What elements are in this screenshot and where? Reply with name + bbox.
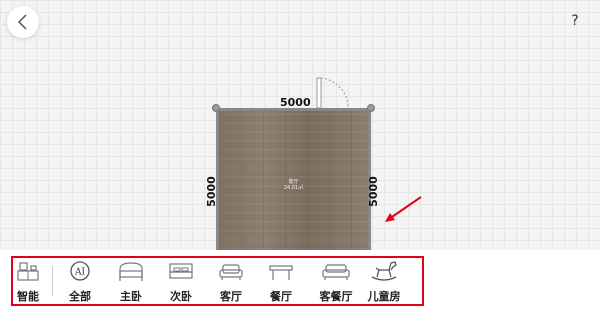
help-icon: ? — [571, 13, 579, 29]
dimension-left: 5000 — [204, 176, 218, 207]
tool-label: 智能 — [17, 290, 39, 303]
tool-all[interactable]: AI 全部 — [55, 258, 105, 304]
tool-dining-room[interactable]: 餐厅 — [256, 258, 306, 304]
dimension-top: 5000 — [280, 96, 311, 109]
tool-second-bedroom[interactable]: 次卧 — [156, 258, 206, 304]
tool-label: 客厅 — [220, 290, 242, 303]
tool-label: 主卧 — [120, 290, 142, 303]
tool-label: 儿童房 — [367, 290, 401, 303]
room-floor[interactable]: 客厅 24.01㎡ — [216, 108, 371, 250]
dining-table-icon — [269, 265, 293, 280]
corner-handle-top-right[interactable] — [367, 104, 375, 112]
dimension-right: 5000 — [366, 176, 380, 207]
sofa-icon — [219, 264, 243, 280]
smart-icon — [17, 262, 39, 281]
room-label: 客厅 24.01㎡ — [284, 179, 303, 191]
tool-label: 客餐厅 — [319, 290, 353, 303]
ai-all-icon: AI — [70, 261, 90, 281]
room-area: 24.01㎡ — [283, 185, 304, 191]
second-bed-icon — [169, 263, 193, 279]
tool-label: 餐厅 — [270, 290, 292, 303]
red-arrow-icon — [385, 196, 422, 222]
corner-handle-top-left[interactable] — [212, 104, 220, 112]
chevron-left-icon — [17, 14, 27, 30]
tool-kids-room[interactable]: 儿童房 — [359, 258, 409, 304]
back-button[interactable] — [7, 6, 39, 38]
master-bed-icon — [119, 262, 143, 281]
help-button[interactable]: ? — [566, 12, 584, 30]
rocking-horse-icon — [371, 261, 397, 281]
tool-smart[interactable]: 智能 — [3, 258, 53, 304]
ai-badge: AI — [74, 268, 85, 278]
tool-label: 全部 — [69, 290, 91, 303]
tool-living-dining[interactable]: 客餐厅 — [311, 258, 361, 304]
door-icon[interactable] — [312, 76, 352, 110]
tool-living-room[interactable]: 客厅 — [206, 258, 256, 304]
tool-master-bedroom[interactable]: 主卧 — [106, 258, 156, 304]
living-dining-icon — [322, 264, 350, 280]
tool-label: 次卧 — [170, 290, 192, 303]
